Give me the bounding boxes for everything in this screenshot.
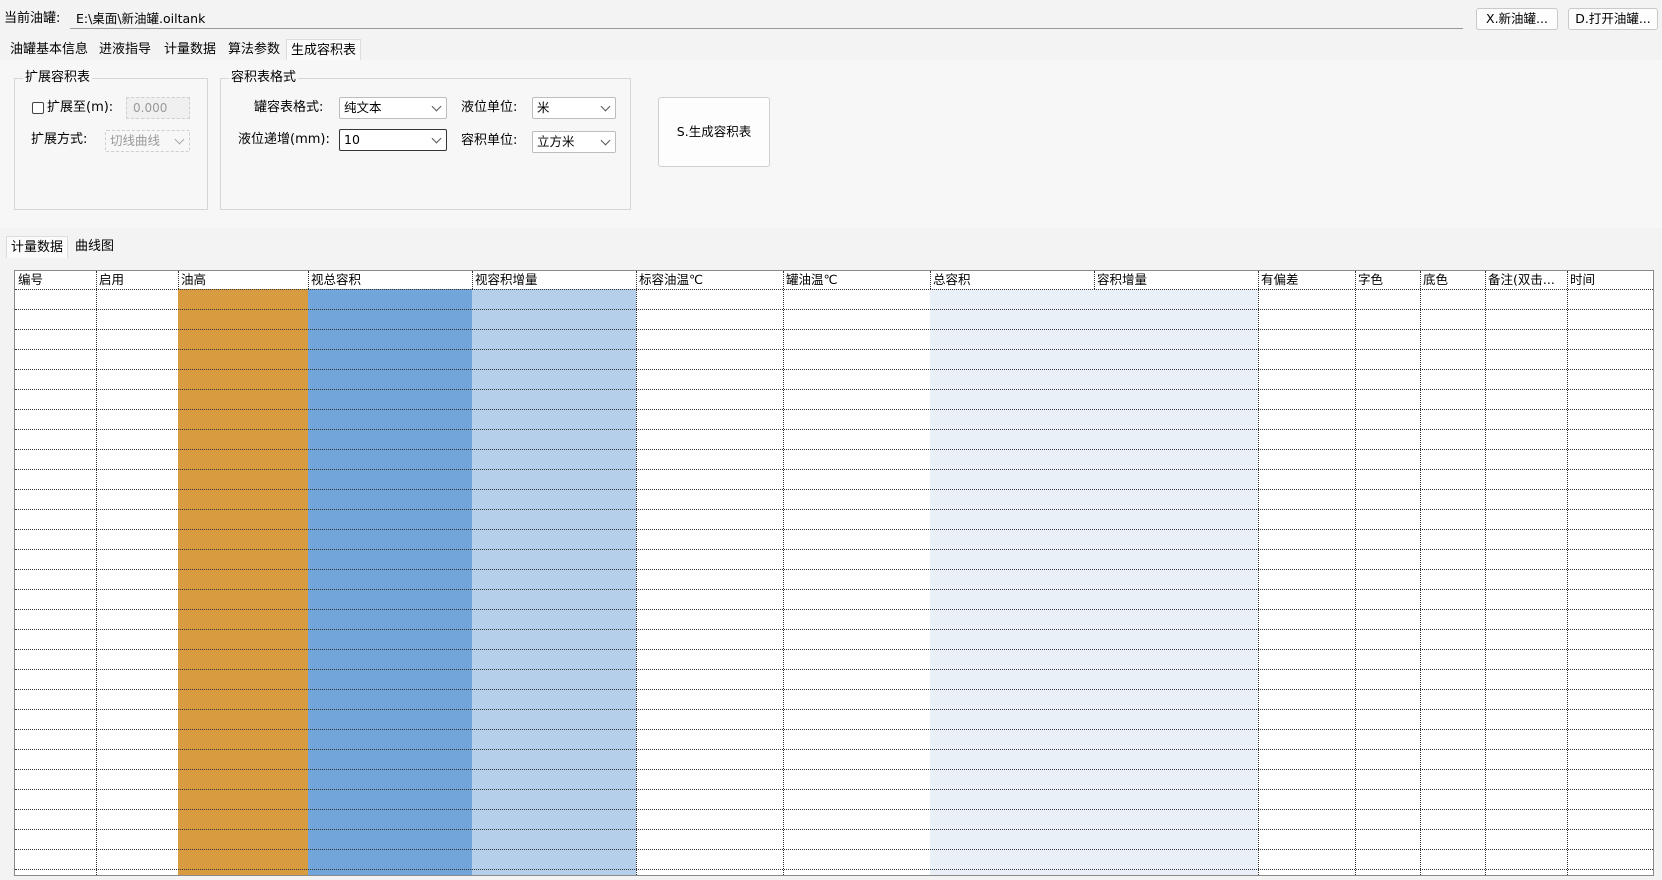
- row-divider: [15, 689, 1653, 690]
- open-tank-button[interactable]: D.打开油罐...: [1568, 8, 1658, 30]
- column-fill: [308, 289, 472, 875]
- row-divider: [15, 389, 1653, 390]
- column-header[interactable]: 总容积: [930, 271, 1094, 289]
- format-label: 罐容表格式:: [254, 100, 324, 115]
- current-tank-path-field[interactable]: E:\桌面\新油罐.oiltank: [70, 9, 1463, 29]
- row-divider: [15, 609, 1653, 610]
- row-divider: [15, 669, 1653, 670]
- new-tank-button[interactable]: X.新油罐...: [1476, 8, 1558, 30]
- column-header[interactable]: 时间: [1567, 271, 1653, 289]
- row-divider: [15, 849, 1653, 850]
- subtab-curve-chart[interactable]: 曲线图: [71, 236, 118, 258]
- row-divider: [15, 569, 1653, 570]
- format-select[interactable]: 纯文本: [339, 97, 447, 119]
- row-divider: [15, 289, 1653, 290]
- column-header[interactable]: 视容积增量: [472, 271, 636, 289]
- tab-measurement-data[interactable]: 计量数据: [160, 39, 220, 61]
- expand-to-input[interactable]: 0.000: [126, 97, 190, 119]
- level-unit-value: 米: [537, 100, 550, 115]
- row-divider: [15, 729, 1653, 730]
- row-divider: [15, 589, 1653, 590]
- volume-unit-label: 容积单位:: [461, 133, 518, 148]
- row-divider: [15, 309, 1653, 310]
- row-divider: [15, 789, 1653, 790]
- volume-data-grid[interactable]: 编号 启用 油高 视总容积 视容积增量 标容油温℃ 罐油温℃ 总容积 容积增量 有偏差 字色 底色 备注…: [14, 270, 1654, 876]
- row-divider: [15, 869, 1653, 870]
- row-divider: [15, 749, 1653, 750]
- table-format-group-title: 容积表格式: [229, 70, 299, 86]
- tab-generate-volume-table[interactable]: 生成容积表: [286, 39, 362, 61]
- row-divider: [15, 469, 1653, 470]
- level-increment-value: 10: [344, 132, 360, 147]
- chevron-down-icon: [600, 101, 611, 112]
- level-increment-label: 液位递增(mm):: [238, 132, 330, 147]
- column-divider: [1485, 271, 1486, 875]
- column-fill: [178, 289, 308, 875]
- expand-method-value: 切线曲线: [110, 133, 161, 148]
- row-divider: [15, 769, 1653, 770]
- column-header[interactable]: 备注(双击...: [1485, 271, 1567, 289]
- column-header[interactable]: 字色: [1355, 271, 1420, 289]
- expand-method-select[interactable]: 切线曲线: [105, 130, 190, 152]
- chevron-down-icon: [600, 135, 611, 146]
- tab-tank-basic-info[interactable]: 油罐基本信息: [6, 39, 92, 61]
- column-header[interactable]: 容积增量: [1094, 271, 1258, 289]
- column-header[interactable]: 有偏差: [1258, 271, 1355, 289]
- chevron-down-icon: [431, 133, 442, 144]
- subtab-measurement-data[interactable]: 计量数据: [6, 236, 69, 258]
- column-divider: [1567, 271, 1568, 875]
- expand-method-label: 扩展方式:: [31, 132, 88, 147]
- column-fill: [930, 289, 1094, 875]
- row-divider: [15, 449, 1653, 450]
- tab-filling-guide[interactable]: 进液指导: [95, 39, 155, 61]
- row-divider: [15, 549, 1653, 550]
- column-header[interactable]: 启用: [96, 271, 178, 289]
- chevron-down-icon: [174, 134, 185, 145]
- row-divider: [15, 649, 1653, 650]
- column-divider: [96, 271, 97, 875]
- column-header[interactable]: 底色: [1420, 271, 1485, 289]
- chevron-down-icon: [431, 101, 442, 112]
- column-fill: [472, 289, 636, 875]
- column-header[interactable]: 罐油温℃: [783, 271, 930, 289]
- expand-to-label: 扩展至(m):: [47, 100, 114, 115]
- row-divider: [15, 429, 1653, 430]
- column-divider: [1420, 271, 1421, 875]
- row-divider: [15, 349, 1653, 350]
- level-unit-label: 液位单位:: [461, 100, 518, 115]
- current-tank-label: 当前油罐:: [4, 11, 61, 26]
- row-divider: [15, 509, 1653, 510]
- column-divider: [1355, 271, 1356, 875]
- volume-unit-value: 立方米: [537, 134, 575, 149]
- expand-to-checkbox[interactable]: [32, 102, 44, 114]
- row-divider: [15, 709, 1653, 710]
- level-unit-select[interactable]: 米: [532, 97, 616, 119]
- level-increment-select[interactable]: 10: [339, 129, 447, 151]
- column-divider: [783, 271, 784, 875]
- row-divider: [15, 809, 1653, 810]
- row-divider: [15, 369, 1653, 370]
- current-tank-path-text: E:\桌面\新油罐.oiltank: [76, 11, 206, 26]
- column-header[interactable]: 编号: [15, 271, 96, 289]
- expand-table-group-title: 扩展容积表: [23, 70, 93, 86]
- row-divider: [15, 329, 1653, 330]
- column-divider: [1258, 271, 1259, 875]
- row-divider: [15, 829, 1653, 830]
- row-divider: [15, 529, 1653, 530]
- column-fill: [1094, 289, 1258, 875]
- column-header[interactable]: 标容油温℃: [636, 271, 783, 289]
- row-divider: [15, 409, 1653, 410]
- row-divider: [15, 489, 1653, 490]
- column-header[interactable]: 油高: [178, 271, 308, 289]
- format-value: 纯文本: [344, 100, 382, 115]
- generate-volume-table-button[interactable]: S.生成容积表: [658, 97, 770, 167]
- tab-algorithm-params[interactable]: 算法参数: [224, 39, 284, 61]
- column-header[interactable]: 视总容积: [308, 271, 472, 289]
- row-divider: [15, 629, 1653, 630]
- column-divider: [636, 271, 637, 875]
- volume-unit-select[interactable]: 立方米: [532, 131, 616, 153]
